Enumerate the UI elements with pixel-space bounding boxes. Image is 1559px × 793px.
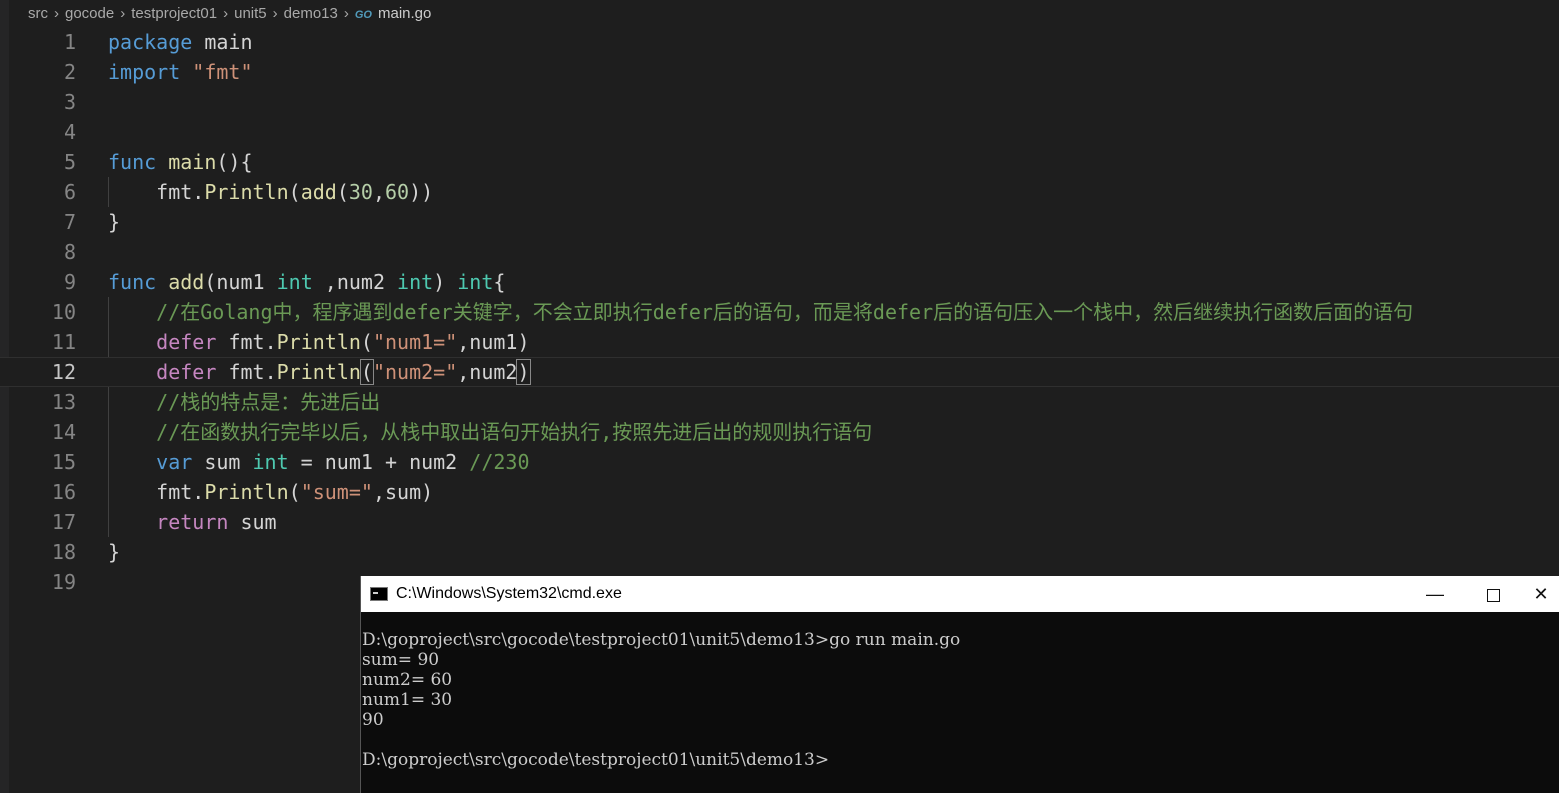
line-number: 6 [63,180,76,204]
chevron-right-icon: › [343,5,349,22]
code-line[interactable]: 14 //在函数执行完毕以后，从栈中取出语句开始执行,按照先进后出的规则执行语句 [0,417,1559,447]
code-line[interactable]: 18} [0,537,1559,567]
line-number: 16 [51,480,76,504]
line-number: 11 [51,330,76,354]
code-line[interactable]: 13 //栈的特点是：先进后出 [0,387,1559,417]
breadcrumb-item-testproject01[interactable]: testproject01 [131,5,217,22]
line-number: 10 [51,300,76,324]
code-text: func add(num1 int ,num2 int) int{ [108,270,506,294]
cmd-window-title: C:\Windows\System32\cmd.exe [396,585,622,602]
line-number: 12 [51,360,76,384]
line-number: 3 [63,90,76,114]
code-text: return sum [156,510,277,534]
line-number: 18 [51,540,76,564]
code-line[interactable]: 17 return sum [0,507,1559,537]
code-comment: //在函数执行完毕以后，从栈中取出语句开始执行,按照先进后出的规则执行语句 [156,420,873,444]
code-line[interactable]: 6 fmt.Println(add(30,60)) [0,177,1559,207]
breadcrumb-item-src[interactable]: src [28,5,48,22]
breadcrumb-item-file[interactable]: main.go [378,5,431,22]
bracket-match: ( [359,359,374,385]
line-number: 14 [51,420,76,444]
cmd-output[interactable]: D:\goproject\src\gocode\testproject01\un… [361,612,1559,770]
maximize-button[interactable] [1464,576,1522,612]
line-number: 15 [51,450,76,474]
breadcrumb-item-gocode[interactable]: gocode [65,5,114,22]
line-number: 4 [63,120,76,144]
code-text: } [108,540,121,564]
chevron-right-icon: › [272,5,278,22]
code-line[interactable]: 1 package main [0,27,1559,57]
chevron-right-icon: › [223,5,229,22]
code-text: func main(){ [108,150,253,174]
code-line[interactable]: 16 fmt.Println("sum=",sum) [0,477,1559,507]
code-editor[interactable]: 1 package main 2 import "fmt" 3 4 5 func ma… [0,27,1559,597]
code-text: var sum int = num1 + num2 //230 [156,450,530,474]
code-line[interactable]: 10 //在Golang中，程序遇到defer关键字，不会立即执行defer后的… [0,297,1559,327]
code-line[interactable]: 8 [0,237,1559,267]
code-comment: //230 [469,450,530,474]
code-line[interactable]: 5 func main(){ [0,147,1559,177]
code-text: //栈的特点是：先进后出 [108,387,380,417]
code-line[interactable]: 3 [0,87,1559,117]
code-text: package main [108,30,253,54]
code-comment: //栈的特点是：先进后出 [156,390,381,414]
close-button[interactable]: ✕ [1522,576,1559,612]
cmd-title-bar[interactable]: C:\Windows\System32\cmd.exe — ✕ [361,576,1559,612]
bracket-match: ) [516,359,531,385]
code-comment: //在Golang中，程序遇到defer关键字，不会立即执行defer后的语句，… [156,300,1414,324]
line-number: 13 [51,390,76,414]
line-number: 9 [63,270,76,294]
code-text: defer fmt.Println("num1=",num1) [156,330,530,354]
code-text: defer fmt.Println("num2=",num2) [156,359,531,385]
cmd-window[interactable]: C:\Windows\System32\cmd.exe — ✕ D:\gopro… [360,576,1559,793]
code-text: fmt.Println(add(30,60)) [156,180,434,204]
breadcrumb: src › gocode › testproject01 › unit5 › demo13 › GO… [28,2,431,26]
code-text: //在Golang中，程序遇到defer关键字，不会立即执行defer后的语句，… [108,297,1413,327]
code-text: import "fmt" [108,60,253,84]
line-number: 5 [63,150,76,174]
code-text: } [108,210,121,234]
breadcrumb-item-unit5[interactable]: unit5 [234,5,267,22]
maximize-icon [1486,588,1500,602]
code-line[interactable]: 15 var sum int = num1 + num2 //230 [0,447,1559,477]
line-number: 7 [63,210,76,234]
go-file-icon: GO [354,9,372,21]
line-number: 17 [51,510,76,534]
code-text: fmt.Println("sum=",sum) [156,480,434,504]
code-line[interactable]: 4 [0,117,1559,147]
code-line[interactable]: 7} [0,207,1559,237]
line-number: 19 [51,570,76,594]
console-icon [370,587,388,601]
line-number: 8 [63,240,76,264]
code-text: //在函数执行完毕以后，从栈中取出语句开始执行,按照先进后出的规则执行语句 [108,417,872,447]
code-line[interactable]: 9 func add(num1 int ,num2 int) int{ [0,267,1559,297]
code-line[interactable]: 11 defer fmt.Println("num1=",num1) [0,327,1559,357]
code-line[interactable]: 2 import "fmt" [0,57,1559,87]
chevron-right-icon: › [54,5,59,22]
code-line-current[interactable]: 12 defer fmt.Println("num2=",num2) [0,357,1559,387]
breadcrumb-item-demo13[interactable]: demo13 [284,5,338,22]
minimize-button[interactable]: — [1406,576,1464,612]
chevron-right-icon: › [120,5,126,22]
line-number: 1 [63,30,76,54]
line-number: 2 [63,60,76,84]
